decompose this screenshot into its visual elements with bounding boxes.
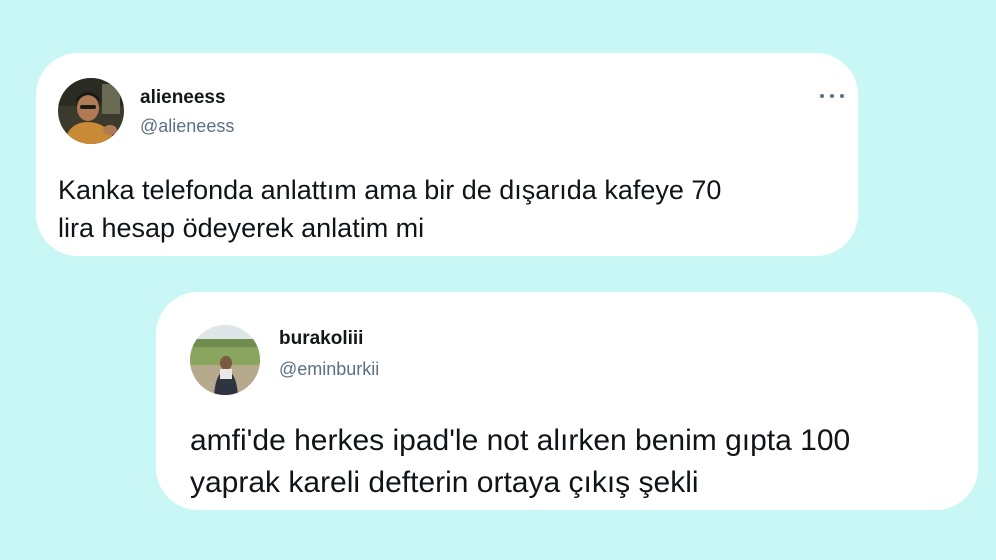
- user-handle[interactable]: @alieneess: [140, 116, 234, 137]
- tweet-card: burakoliii @eminburkii amfi'de herkes ip…: [156, 292, 978, 510]
- avatar[interactable]: [58, 78, 124, 144]
- display-name[interactable]: alieneess: [140, 87, 226, 109]
- display-name[interactable]: burakoliii: [279, 328, 363, 350]
- page-background: alieneess @alieneess Kanka telefonda anl…: [0, 0, 996, 560]
- avatar-photo: [58, 78, 124, 144]
- avatar-photo: [190, 325, 260, 395]
- tweet-text: Kanka telefonda anlattım ama bir de dışa…: [58, 175, 722, 243]
- user-handle[interactable]: @eminburkii: [279, 359, 379, 380]
- tweet-card: alieneess @alieneess Kanka telefonda anl…: [36, 53, 858, 256]
- avatar[interactable]: [190, 325, 260, 395]
- more-options-icon[interactable]: [820, 91, 844, 101]
- tweet-text: amfi'de herkes ipad'le not alırken benim…: [190, 424, 851, 499]
